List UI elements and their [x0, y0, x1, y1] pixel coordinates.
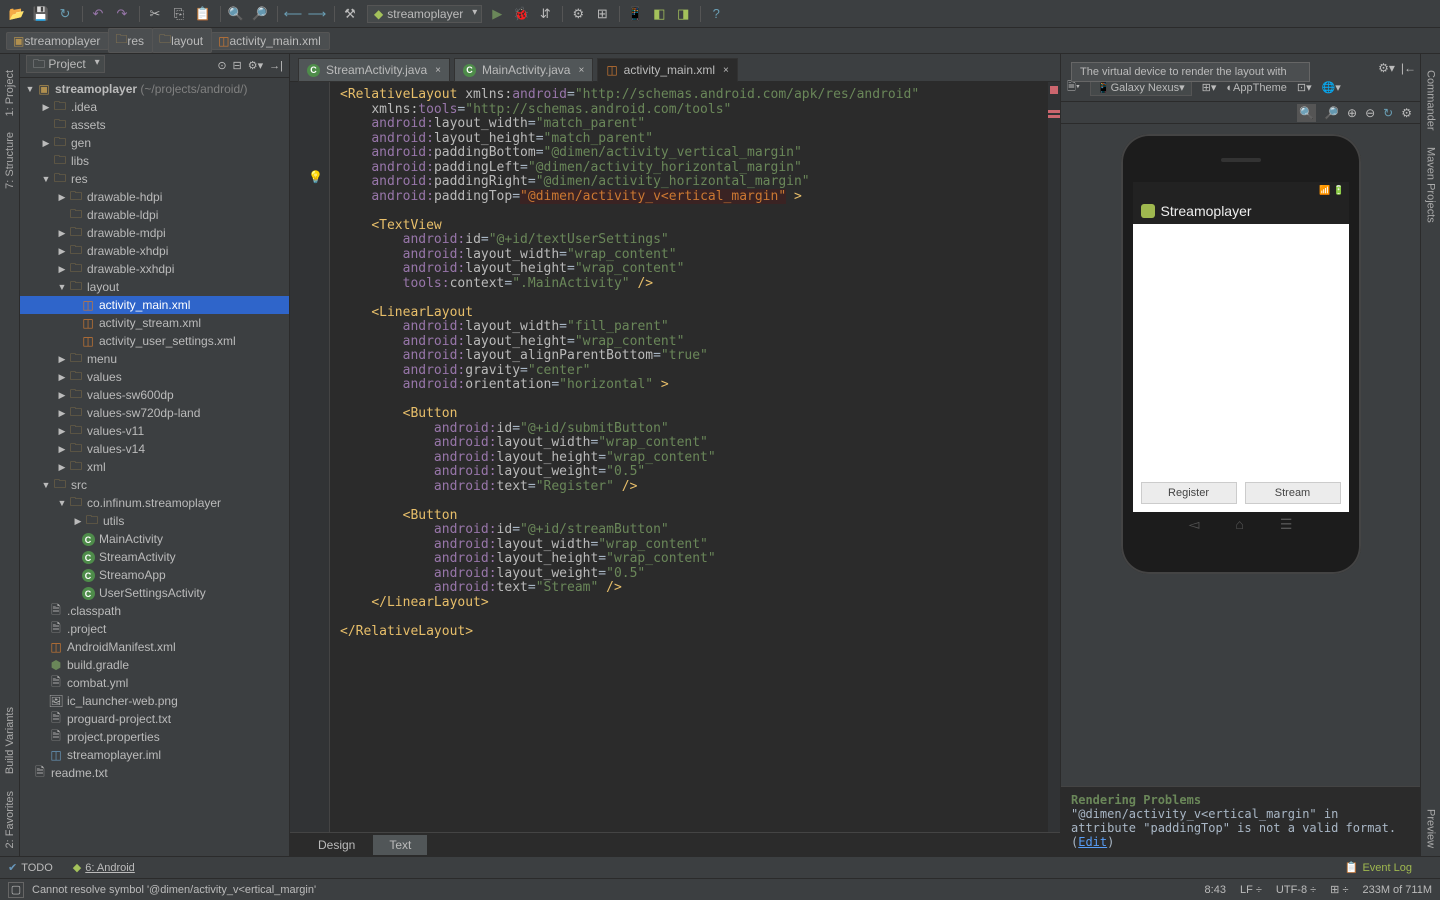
tooltip: The virtual device to render the layout …	[1071, 62, 1310, 82]
close-icon[interactable]: ×	[723, 65, 729, 76]
todo-button[interactable]: ✔TODO	[8, 861, 53, 874]
scroll-to-icon[interactable]: ⊙	[217, 59, 226, 72]
editor-tab[interactable]: CMainActivity.java×	[454, 58, 593, 82]
back-icon[interactable]: ⟵	[282, 3, 304, 25]
zoom-in-icon[interactable]: ⊕	[1347, 106, 1357, 120]
tool-preview[interactable]: Preview	[1423, 801, 1439, 856]
status-message: Cannot resolve symbol '@dimen/activity_v…	[32, 884, 316, 896]
preview-button-stream: Stream	[1245, 482, 1341, 504]
main-toolbar: 📂 💾 ↻ ↶ ↷ ✂ ⎘ 📋 🔍 🔎 ⟵ ⟶ ⚒ ◆streamoplayer…	[0, 0, 1440, 28]
signal-icon: 📶	[1319, 185, 1330, 196]
tool-maven[interactable]: Maven Projects	[1423, 139, 1439, 231]
sync-icon[interactable]: ↻	[54, 3, 76, 25]
project-view-combo[interactable]: 🗀 Project	[26, 55, 105, 73]
text-tab[interactable]: Text	[373, 835, 427, 855]
gear-icon[interactable]: ⚙▾	[1378, 61, 1395, 75]
line-separator[interactable]: LF ÷	[1240, 884, 1262, 896]
battery-icon: 🔋	[1333, 185, 1344, 196]
preview-button-register: Register	[1141, 482, 1237, 504]
attach-icon[interactable]: ⇵	[534, 3, 556, 25]
editor-area: CStreamActivity.java× CMainActivity.java…	[290, 54, 1060, 856]
help-icon[interactable]: ?	[705, 3, 727, 25]
code-editor[interactable]: <RelativeLayout xmlns:android="http://sc…	[330, 82, 1048, 832]
redo-icon[interactable]: ↷	[111, 3, 133, 25]
file-encoding[interactable]: UTF-8 ÷	[1276, 884, 1316, 896]
tree-file-selected: ◫activity_main.xml	[20, 296, 289, 314]
editor-mode-tabs: Design Text	[290, 832, 1060, 856]
left-tool-gutter: 1: Project 7: Structure Build Variants 2…	[0, 54, 20, 856]
collapse-all-icon[interactable]: ⊟	[233, 59, 242, 72]
locale-icon[interactable]: 🌐▾	[1322, 81, 1341, 94]
bottom-tool-buttons: ✔TODO ◆6: Android 📋 Event Log	[0, 856, 1440, 878]
project-structure-icon[interactable]: ⊞	[591, 3, 613, 25]
status-frame-icon[interactable]: ▢	[8, 882, 24, 898]
close-icon[interactable]: ×	[578, 65, 584, 76]
caret-position[interactable]: 8:43	[1205, 884, 1226, 896]
copy-icon[interactable]: ⎘	[168, 3, 190, 25]
editor-tab-bar: CStreamActivity.java× CMainActivity.java…	[290, 54, 1060, 82]
status-bar: ▢ Cannot resolve symbol '@dimen/activity…	[0, 878, 1440, 900]
forward-icon[interactable]: ⟶	[306, 3, 328, 25]
editor-gutter[interactable]: 💡	[290, 82, 330, 832]
api-selector[interactable]: ⊡▾	[1297, 81, 1312, 94]
replace-icon[interactable]: 🔎	[249, 3, 271, 25]
hide-icon[interactable]: →|	[269, 60, 283, 72]
paste-icon[interactable]: 📋	[192, 3, 214, 25]
intention-bulb-icon[interactable]: 💡	[308, 170, 320, 182]
save-icon[interactable]: 💾	[30, 3, 52, 25]
event-log-button[interactable]: 📋 Event Log	[1345, 861, 1412, 874]
theme-selector[interactable]: ◐ AppTheme	[1226, 82, 1286, 94]
tool-project[interactable]: 1: Project	[2, 62, 18, 124]
sdk-manager-icon[interactable]: 📱	[624, 3, 646, 25]
settings-icon[interactable]: ⚙	[1401, 106, 1412, 120]
rendering-problems-panel: Rendering Problems "@dimen/activity_v<er…	[1061, 786, 1420, 856]
settings-icon[interactable]: ⚙	[567, 3, 589, 25]
project-tool-window: 🗀 Project ⊙ ⊟ ⚙▾ →| ▼▣streamoplayer (~/p…	[20, 54, 290, 856]
design-tab[interactable]: Design	[302, 835, 371, 855]
cut-icon[interactable]: ✂	[144, 3, 166, 25]
layout-preview-pane: The virtual device to render the layout …	[1060, 54, 1420, 856]
breadcrumb-file[interactable]: ◫ activity_main.xml	[211, 32, 330, 50]
breadcrumb-project[interactable]: ▣ streamoplayer	[6, 32, 109, 50]
editor-tab-active[interactable]: ◫activity_main.xml×	[597, 58, 738, 82]
insert-mode[interactable]: ⊞ ÷	[1330, 883, 1348, 896]
undo-icon[interactable]: ↶	[87, 3, 109, 25]
device-preview: 📶🔋 Streamoplayer Register Stream ◅ ⌂ ☰	[1121, 134, 1361, 574]
tool-commander[interactable]: Commander	[1423, 62, 1439, 139]
preview-action-bar: Streamoplayer	[1133, 198, 1349, 224]
tool-favorites[interactable]: 2: Favorites	[2, 783, 18, 856]
refresh-icon[interactable]: ↻	[1383, 106, 1393, 120]
find-icon[interactable]: 🔍	[225, 3, 247, 25]
hide-icon[interactable]: |←	[1401, 61, 1416, 75]
debug-icon[interactable]: 🐞	[510, 3, 532, 25]
gear-icon[interactable]: ⚙▾	[248, 59, 263, 72]
zoom-out-icon[interactable]: ⊖	[1365, 106, 1375, 120]
run-icon[interactable]: ▶	[486, 3, 508, 25]
memory-indicator[interactable]: 233M of 711M	[1362, 884, 1432, 896]
ddms-icon[interactable]: ◨	[672, 3, 694, 25]
tool-structure[interactable]: 7: Structure	[2, 124, 18, 197]
run-config-selector[interactable]: ◆streamoplayer	[367, 5, 482, 23]
edit-link[interactable]: Edit	[1078, 835, 1107, 849]
avd-manager-icon[interactable]: ◧	[648, 3, 670, 25]
right-tool-gutter: Commander Maven Projects Preview	[1420, 54, 1440, 856]
android-logcat-button[interactable]: ◆6: Android	[73, 861, 135, 874]
breadcrumb-res[interactable]: 🗀 res	[108, 28, 153, 53]
close-icon[interactable]: ×	[435, 65, 441, 76]
orientation-icon[interactable]: ⊞▾	[1202, 81, 1217, 94]
zoom-actual-icon[interactable]: 🔎	[1324, 106, 1339, 120]
tool-build-variants[interactable]: Build Variants	[2, 699, 18, 782]
navigation-breadcrumbs: ▣ streamoplayer 🗀 res 🗀 layout ◫ activit…	[0, 28, 1440, 54]
nav-recent-icon: ☰	[1280, 516, 1293, 533]
project-tree[interactable]: ▼▣streamoplayer (~/projects/android/) ▶🗀…	[20, 78, 289, 856]
nav-back-icon: ◅	[1189, 516, 1200, 533]
editor-tab[interactable]: CStreamActivity.java×	[298, 58, 450, 82]
error-stripe[interactable]	[1048, 82, 1060, 832]
nav-home-icon: ⌂	[1235, 516, 1243, 532]
zoom-fit-icon[interactable]: 🔍	[1297, 104, 1316, 122]
breadcrumb-layout[interactable]: 🗀 layout	[152, 28, 212, 53]
open-icon[interactable]: 📂	[6, 3, 28, 25]
build-icon[interactable]: ⚒	[339, 3, 361, 25]
